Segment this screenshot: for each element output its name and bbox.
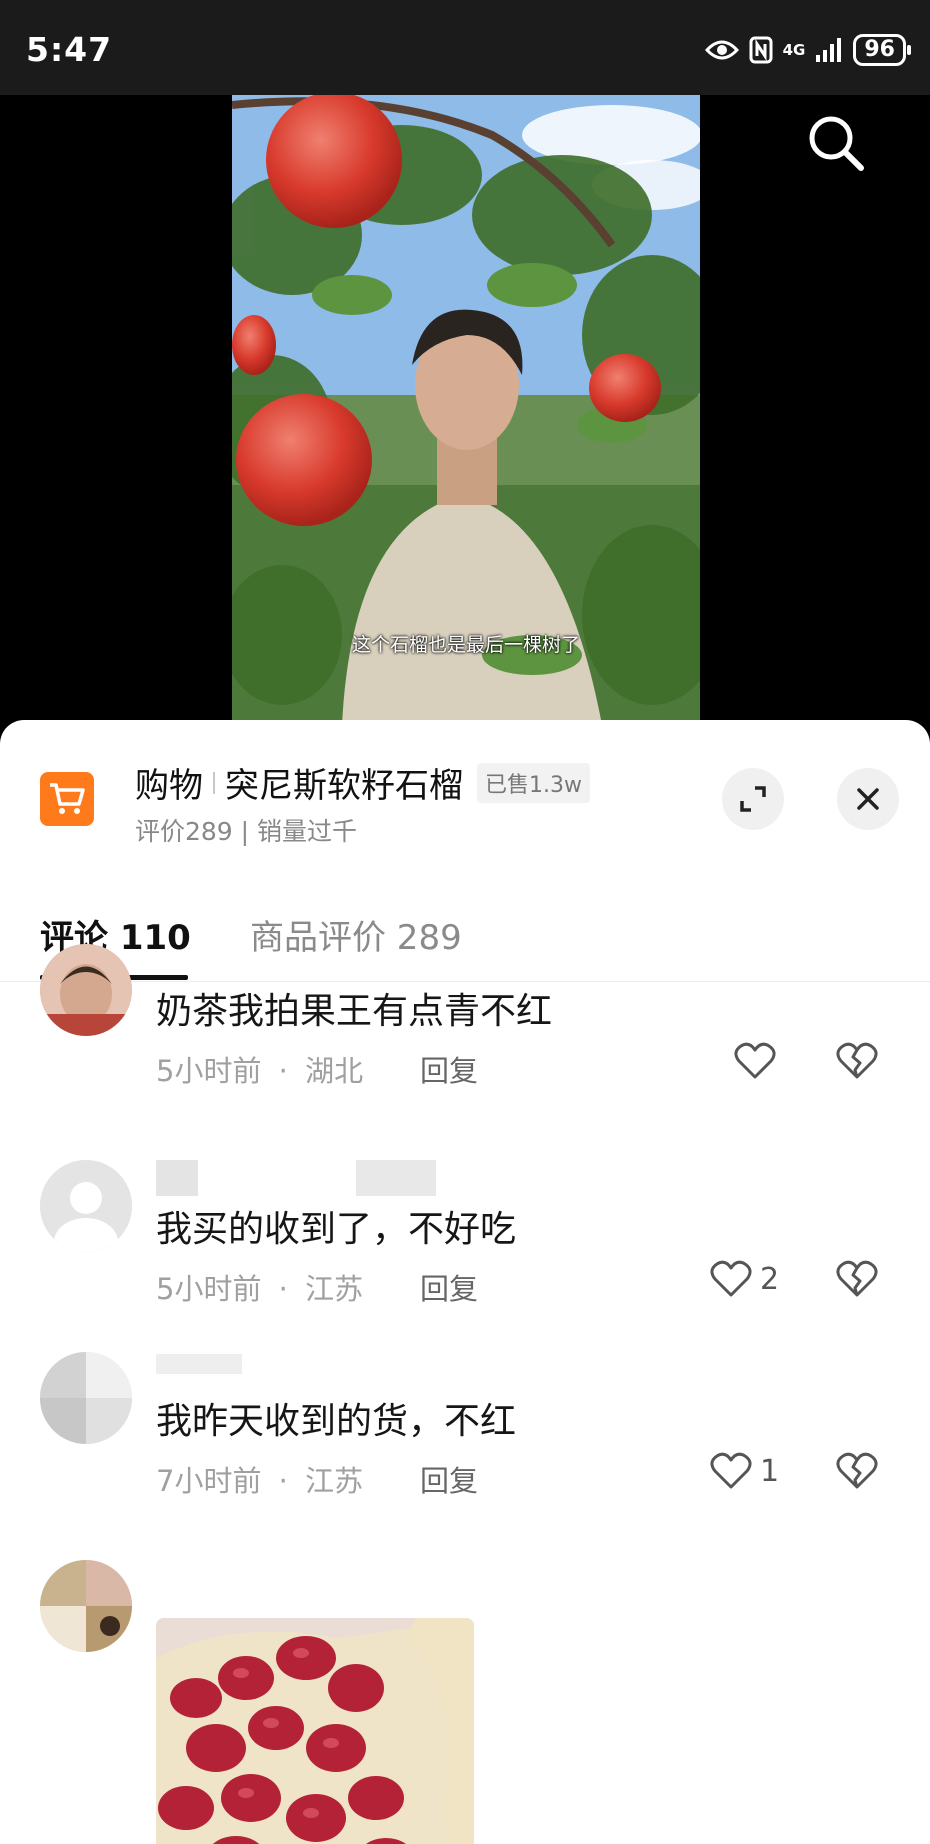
- comment-time: 5小时前: [156, 1272, 262, 1306]
- avatar[interactable]: [40, 1560, 132, 1652]
- status-icons: 4G 96: [704, 30, 911, 70]
- status-time: 5:47: [26, 30, 113, 69]
- video-caption: 这个石榴也是最后一棵树了: [351, 634, 580, 656]
- video-area[interactable]: 这个石榴也是最后一棵树了: [0, 95, 930, 725]
- heart-icon: [710, 1452, 752, 1489]
- avatar-image: [40, 944, 132, 1036]
- reply-button[interactable]: 回复: [420, 1458, 478, 1500]
- broken-heart-icon: [836, 1260, 878, 1297]
- avatar-image: [40, 1160, 132, 1252]
- search-icon: [809, 116, 864, 171]
- dislike-button[interactable]: [836, 1452, 878, 1494]
- expand-button[interactable]: [722, 768, 784, 830]
- pomegranate-seeds-image: [156, 1618, 474, 1844]
- comment-item: 我买的收到了，不好吃 5小时前 · 江苏 回复 2: [0, 1160, 930, 1360]
- comment-sheet: 购物 突尼斯软籽石榴 已售1.3w 评价289 | 销量过千 评论 110 商品…: [0, 720, 930, 1844]
- like-button[interactable]: [734, 1042, 784, 1080]
- avatar[interactable]: [40, 1160, 132, 1252]
- username-placeholder: [156, 1160, 436, 1196]
- broken-heart-icon: [836, 1042, 878, 1079]
- reply-button[interactable]: 回复: [420, 1266, 478, 1308]
- comment-time: 5小时前: [156, 1054, 262, 1088]
- comment-text: 奶茶我拍果王有点青不红: [156, 991, 553, 1032]
- close-button[interactable]: [837, 768, 899, 830]
- comment-item: 我昨天收到的货，不红 7小时前 · 江苏 回复 1: [0, 1352, 930, 1552]
- comment-meta: 5小时前 · 江苏: [156, 1266, 363, 1308]
- like-count: 1: [760, 1453, 780, 1489]
- username-placeholder: [156, 1354, 242, 1374]
- avatar-image: [40, 1560, 132, 1652]
- comment-text: 我昨天收到的货，不红: [156, 1401, 517, 1442]
- shop-label: 购物: [135, 766, 203, 806]
- tab-bar: 评论 110 商品评价 289: [0, 878, 930, 982]
- expand-icon: [740, 786, 766, 812]
- comment-text: 我买的收到了，不好吃: [156, 1209, 517, 1250]
- nfc-icon: [749, 36, 773, 64]
- comment-location: 江苏: [305, 1464, 364, 1498]
- meta-separator: ·: [278, 1272, 288, 1306]
- eye-icon: [704, 40, 739, 60]
- meta-separator: ·: [278, 1054, 288, 1088]
- product-cart-badge[interactable]: [40, 772, 94, 826]
- search-button[interactable]: [806, 113, 866, 173]
- product-subtitle: 评价289 | 销量过千: [135, 817, 358, 846]
- product-name: 突尼斯软籽石榴: [225, 766, 463, 806]
- like-button[interactable]: 1: [710, 1452, 779, 1490]
- sold-count-badge: 已售1.3w: [477, 762, 590, 803]
- comment-location: 湖北: [305, 1054, 364, 1088]
- product-title[interactable]: 购物 突尼斯软籽石榴 已售1.3w: [135, 758, 590, 807]
- reply-button[interactable]: 回复: [420, 1048, 478, 1090]
- avatar-image: [40, 1352, 132, 1444]
- comment-location: 江苏: [305, 1272, 364, 1306]
- network-type: 4G: [782, 41, 806, 59]
- like-button[interactable]: 2: [710, 1260, 779, 1298]
- comment-photo[interactable]: [156, 1618, 474, 1844]
- close-icon: [857, 788, 879, 810]
- comment-time: 7小时前: [156, 1464, 262, 1498]
- video-frame[interactable]: 这个石榴也是最后一棵树了: [232, 95, 700, 725]
- dislike-button[interactable]: [836, 1042, 878, 1084]
- broken-heart-icon: [836, 1452, 878, 1489]
- status-bar: 5:47 4G 96: [0, 0, 930, 95]
- title-divider: [213, 771, 215, 794]
- username-blurred[interactable]: [156, 1160, 446, 1196]
- comment-item: 奶茶我拍果王有点青不红 5小时前 · 湖北 回复: [0, 944, 930, 1182]
- battery-indicator: 96: [853, 34, 911, 66]
- dislike-button[interactable]: [836, 1260, 878, 1302]
- signal-icon: [816, 38, 842, 62]
- avatar[interactable]: [40, 1352, 132, 1444]
- heart-icon: [710, 1260, 752, 1297]
- tab-product-reviews[interactable]: 商品评价 289: [250, 910, 462, 959]
- username-blurred[interactable]: [156, 1346, 246, 1376]
- comment-meta: 7小时前 · 江苏: [156, 1458, 363, 1500]
- comment-meta: 5小时前 · 湖北: [156, 1048, 363, 1090]
- like-count: 2: [760, 1261, 780, 1297]
- heart-icon: [734, 1042, 776, 1079]
- meta-separator: ·: [278, 1464, 288, 1498]
- cart-icon: [50, 783, 85, 814]
- avatar[interactable]: [40, 944, 132, 1036]
